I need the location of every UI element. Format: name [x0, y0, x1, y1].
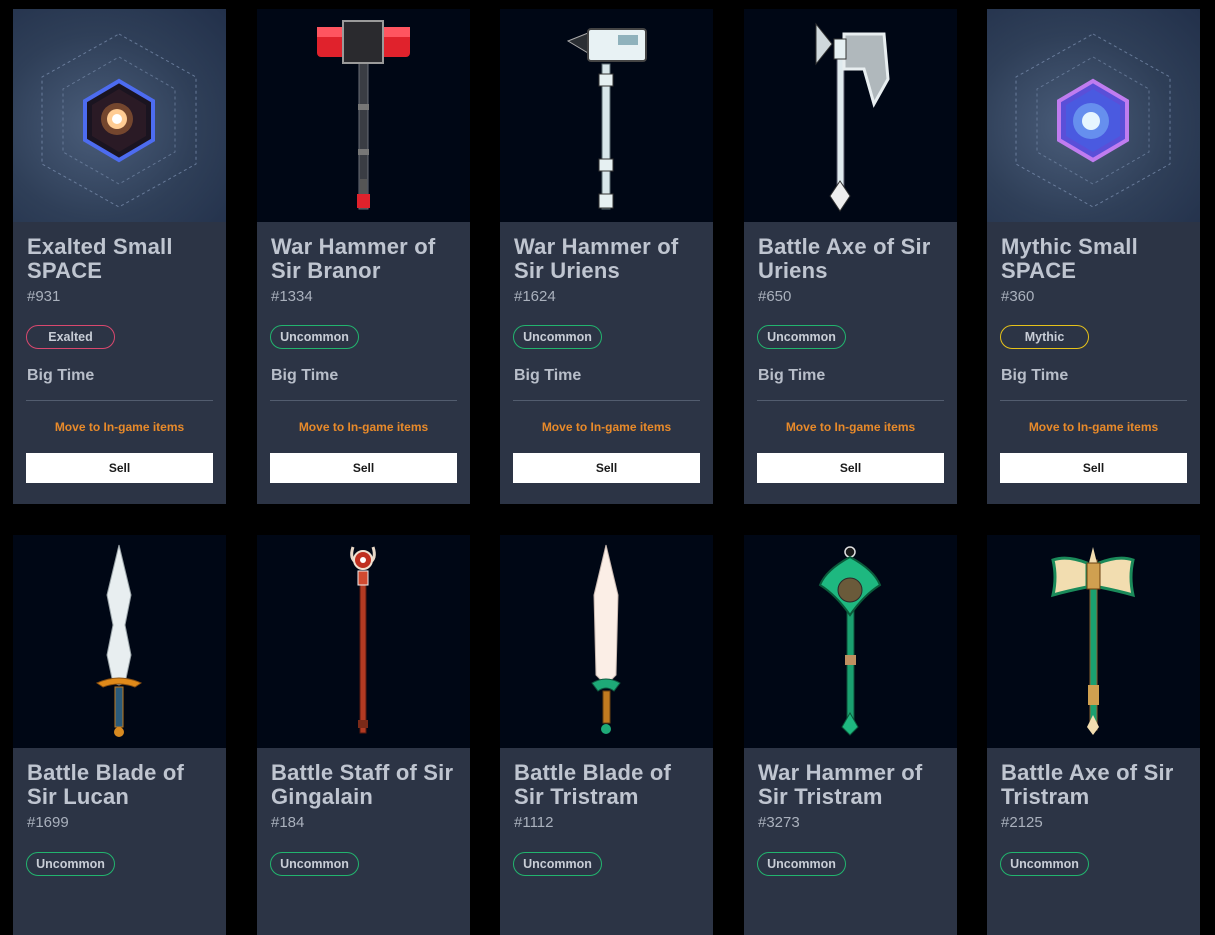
item-art: [500, 535, 713, 748]
item-number: #3273: [758, 814, 800, 831]
item-title: Battle Axe of Sir Tristram: [1001, 760, 1174, 809]
rarity-badge: Uncommon: [1000, 852, 1089, 876]
item-card[interactable]: War Hammer of Sir Branor #1334 Uncommon …: [257, 9, 470, 504]
item-title: Exalted Small SPACE: [27, 234, 173, 283]
item-card[interactable]: Battle Axe of Sir Uriens #650 Uncommon B…: [744, 9, 957, 504]
game-name: Big Time: [271, 367, 339, 384]
item-title: Battle Axe of Sir Uriens: [758, 234, 931, 283]
item-number: #1334: [271, 288, 313, 305]
item-art: [13, 535, 226, 748]
item-card[interactable]: War Hammer of Sir Tristram #3273 Uncommo…: [744, 535, 957, 935]
item-title: Battle Blade of Sir Lucan: [27, 760, 185, 809]
battle-axe-icon: [1050, 547, 1136, 735]
divider: [1000, 400, 1187, 401]
sell-button[interactable]: Sell: [270, 453, 457, 483]
item-card[interactable]: Battle Blade of Sir Tristram #1112 Uncom…: [500, 535, 713, 935]
rarity-badge: Uncommon: [270, 852, 359, 876]
item-title: War Hammer of Sir Tristram: [758, 760, 923, 809]
sell-button[interactable]: Sell: [757, 453, 944, 483]
item-number: #650: [758, 288, 792, 305]
item-art: [257, 9, 470, 222]
sell-button[interactable]: Sell: [513, 453, 700, 483]
game-name: Big Time: [514, 367, 582, 384]
item-card[interactable]: Exalted Small SPACE #931 Exalted Big Tim…: [13, 9, 226, 504]
space-cube-icon: [1015, 33, 1171, 208]
war-hammer-icon: [818, 546, 882, 736]
item-art: [744, 535, 957, 748]
sell-button[interactable]: Sell: [26, 453, 213, 483]
rarity-badge: Exalted: [26, 325, 115, 349]
item-title: War Hammer of Sir Branor: [271, 234, 436, 283]
battle-blade-icon: [95, 544, 143, 737]
item-title: Battle Staff of Sir Gingalain: [271, 760, 454, 809]
move-to-in-game-link[interactable]: Move to In-game items: [13, 420, 226, 434]
item-card[interactable]: War Hammer of Sir Uriens #1624 Uncommon …: [500, 9, 713, 504]
sell-button[interactable]: Sell: [1000, 453, 1187, 483]
move-to-in-game-link[interactable]: Move to In-game items: [987, 420, 1200, 434]
rarity-badge: Uncommon: [26, 852, 115, 876]
battle-blade-icon: [591, 544, 621, 734]
rarity-badge: Uncommon: [270, 325, 359, 349]
move-to-in-game-link[interactable]: Move to In-game items: [257, 420, 470, 434]
game-name: Big Time: [758, 367, 826, 384]
rarity-badge: Uncommon: [513, 852, 602, 876]
item-art: [500, 9, 713, 222]
item-title: Battle Blade of Sir Tristram: [514, 760, 672, 809]
item-number: #1699: [27, 814, 69, 831]
item-card[interactable]: Mythic Small SPACE #360 Mythic Big Time …: [987, 9, 1200, 504]
item-number: #360: [1001, 288, 1035, 305]
item-number: #2125: [1001, 814, 1043, 831]
item-card[interactable]: Battle Axe of Sir Tristram #2125 Uncommo…: [987, 535, 1200, 935]
divider: [270, 400, 457, 401]
divider: [26, 400, 213, 401]
item-title: War Hammer of Sir Uriens: [514, 234, 679, 283]
rarity-badge: Uncommon: [757, 325, 846, 349]
space-cube-icon: [41, 33, 197, 208]
item-art: [987, 9, 1200, 222]
item-number: #931: [27, 288, 61, 305]
item-card[interactable]: Battle Blade of Sir Lucan #1699 Uncommon: [13, 535, 226, 935]
battle-staff-icon: [350, 546, 376, 734]
item-number: #1112: [514, 814, 554, 831]
rarity-badge: Uncommon: [513, 325, 602, 349]
item-number: #184: [271, 814, 305, 831]
divider: [513, 400, 700, 401]
rarity-badge: Uncommon: [757, 852, 846, 876]
item-title: Mythic Small SPACE: [1001, 234, 1138, 283]
item-art: [257, 535, 470, 748]
item-art: [744, 9, 957, 222]
item-number: #1624: [514, 288, 556, 305]
game-name: Big Time: [27, 367, 95, 384]
war-hammer-icon: [317, 20, 410, 210]
item-art: [13, 9, 226, 222]
war-hammer-icon: [566, 28, 647, 210]
move-to-in-game-link[interactable]: Move to In-game items: [744, 420, 957, 434]
battle-axe-icon: [815, 22, 890, 212]
item-card[interactable]: Battle Staff of Sir Gingalain #184 Uncom…: [257, 535, 470, 935]
divider: [757, 400, 944, 401]
rarity-badge: Mythic: [1000, 325, 1089, 349]
game-name: Big Time: [1001, 367, 1069, 384]
item-art: [987, 535, 1200, 748]
move-to-in-game-link[interactable]: Move to In-game items: [500, 420, 713, 434]
